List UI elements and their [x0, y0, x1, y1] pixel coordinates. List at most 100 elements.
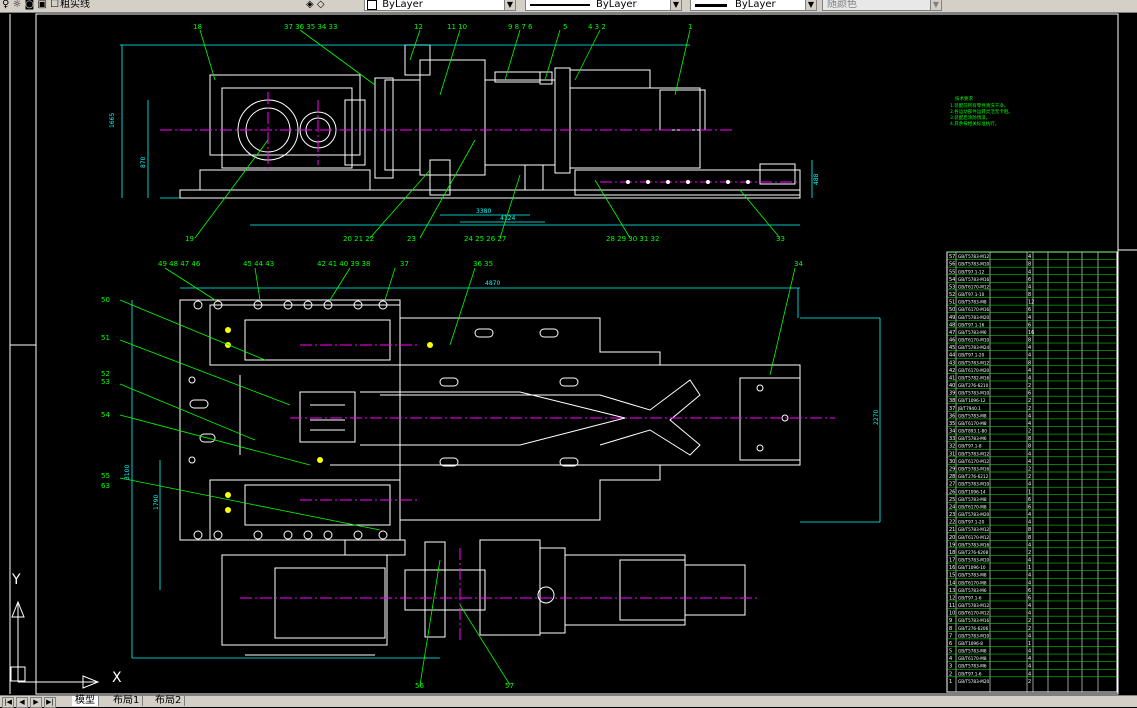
parts-row-no: 40	[949, 383, 955, 389]
parts-row-no: 37	[949, 406, 955, 412]
parts-row-name: GB/T5783-M10	[958, 262, 990, 267]
parts-row-qty: 8	[1028, 436, 1031, 442]
prev-tab-icon[interactable]: ◀	[16, 697, 28, 708]
parts-row-no: 56	[949, 262, 955, 268]
parts-row-no: 42	[949, 368, 955, 374]
parts-row-no: 14	[949, 580, 955, 586]
tab-model[interactable]: 模型	[72, 696, 99, 706]
parts-row-qty: 6	[1028, 322, 1031, 328]
parts-row-no: 35	[949, 421, 955, 427]
parts-row-no: 33	[949, 436, 955, 442]
dim-plan-left-h2: 1790	[153, 495, 160, 510]
parts-row-no: 18	[949, 550, 955, 556]
parts-row-name: GB/T5783-M20	[958, 679, 990, 684]
parts-row-name: GB/T276-6206	[958, 626, 989, 631]
parts-row-qty: 4	[1028, 512, 1031, 518]
parts-row-qty: 4	[1028, 664, 1031, 670]
parts-row-name: GB/T276-6208	[958, 550, 989, 555]
parts-row-name: GB/T5783-M16	[958, 618, 990, 623]
svg-text:50: 50	[101, 296, 110, 304]
parts-row-name: GB/T5783-M16	[958, 467, 990, 472]
tab-layout1[interactable]: 布局1	[110, 696, 144, 706]
parts-row-no: 27	[949, 482, 955, 488]
parts-row-qty: 8	[1028, 527, 1031, 533]
parts-row-qty: 4	[1028, 254, 1031, 260]
svg-text:42 41 40 39 38: 42 41 40 39 38	[317, 260, 370, 268]
parts-row-qty: 4	[1028, 421, 1031, 427]
first-tab-icon[interactable]: |◀	[2, 697, 14, 708]
plan-view-labels: 49 48 47 46 45 44 43 42 41 40 39 38 37 3…	[101, 260, 803, 690]
parts-row-no: 45	[949, 345, 955, 351]
parts-row-name: GB/T6170-M8	[958, 421, 987, 426]
parts-row-no: 29	[949, 467, 955, 473]
last-tab-icon[interactable]: ▶|	[44, 697, 56, 708]
layer-state-icons[interactable]: ♀ ☼ ◙ ▣ ☐	[2, 0, 59, 11]
parts-row-name: GB/T97.1-10	[958, 292, 985, 297]
lineweight-combo[interactable]: ByLayer ▼	[690, 0, 817, 11]
color-combo[interactable]: ByLayer ▼	[364, 0, 516, 11]
parts-row-qty: 6	[1028, 277, 1031, 283]
parts-row-qty: 4	[1028, 520, 1031, 526]
svg-text:53: 53	[101, 378, 110, 386]
plotstyle-combo[interactable]: 随颜色 ▼	[822, 0, 942, 11]
parts-row-name: GB/T5783-M6	[958, 436, 987, 441]
svg-text:4 3 2: 4 3 2	[588, 23, 606, 31]
parts-row-no: 17	[949, 558, 955, 564]
parts-row-qty: 4	[1028, 649, 1031, 655]
parts-row-no: 11	[949, 603, 955, 609]
parts-row-name: GB/T5783-M16	[958, 277, 990, 282]
notes-line: 3.装配后涂防锈漆。	[950, 114, 990, 121]
layer-tools-icons[interactable]: ◈ ◇	[306, 0, 325, 11]
svg-text:12: 12	[414, 23, 423, 31]
parts-row-name: GB/T5783-M20	[958, 315, 990, 320]
parts-row-no: 6	[949, 641, 952, 647]
parts-row-name: JB/T7940.1	[957, 406, 981, 411]
parts-row-no: 28	[949, 474, 955, 480]
notes-line: 4.其余按相关标准执行。	[950, 120, 999, 127]
parts-row-qty: 1	[1028, 489, 1031, 495]
parts-row-no: 21	[949, 527, 955, 533]
parts-row-no: 15	[949, 573, 955, 579]
tab-layout2[interactable]: 布局2	[152, 696, 186, 706]
parts-row-no: 19	[949, 542, 955, 548]
svg-text:57: 57	[505, 682, 514, 690]
parts-row-name: GB/T97.1-8	[958, 444, 982, 449]
parts-row-qty: 6	[1028, 504, 1031, 510]
parts-row-no: 46	[949, 338, 955, 344]
parts-row-no: 22	[949, 520, 955, 526]
parts-list-table: 57 GB/T5783-M12 456 GB/T5783-M10 855 GB/T97.1…	[946, 251, 1118, 693]
parts-row-no: 44	[949, 353, 955, 359]
parts-row-qty: 8	[1028, 262, 1031, 268]
parts-row-name: GB/T6170-M8	[958, 580, 987, 585]
parts-row-no: 23	[949, 512, 955, 518]
parts-row-qty: 8	[1028, 338, 1031, 344]
linetype-combo[interactable]: ByLayer ▼	[525, 0, 682, 11]
parts-row-no: 7	[949, 633, 952, 639]
parts-row-qty: 4	[1028, 284, 1031, 290]
next-tab-icon[interactable]: ▶	[30, 697, 42, 708]
parts-row-name: GB/T6170-M20	[958, 368, 990, 373]
parts-row-qty: 8	[1028, 292, 1031, 298]
parts-row-qty: 4	[1028, 633, 1031, 639]
parts-row-qty: 4	[1028, 482, 1031, 488]
parts-row-name: GB/T6170-M8	[958, 656, 987, 661]
plotstyle-value: 随颜色	[827, 0, 857, 10]
notes-line: 2.各运动部件运转灵活无卡阻。	[950, 108, 1013, 115]
parts-row-name: GB/T5782-M16	[958, 375, 990, 380]
notes-line: 1.装配前所有零件清洗干净。	[950, 102, 1008, 109]
parts-row-name: GB/T5783-M8	[958, 300, 987, 305]
top-view	[179, 44, 801, 199]
parts-row-name: GB/T5783-M10	[958, 633, 990, 638]
drawing-canvas[interactable]: 18 37 36 35 34 33 12 11 10 9 8 7 6 5 4 3…	[0, 12, 1137, 695]
parts-row-name: GB/T5783-M12	[958, 451, 990, 456]
dim-top-height: 1665	[109, 113, 116, 128]
layer-name[interactable]: 粗实线	[60, 0, 90, 11]
parts-row-qty: 1	[1028, 565, 1031, 571]
parts-row-qty: 6	[1028, 595, 1031, 601]
svg-text:55: 55	[101, 472, 110, 480]
svg-text:36 35: 36 35	[473, 260, 493, 268]
plan-view	[179, 299, 801, 656]
dim-top-mid: 870	[140, 156, 147, 168]
parts-row-qty: 2	[1028, 398, 1031, 404]
parts-row-name: GB/T97.1-6	[958, 671, 982, 676]
